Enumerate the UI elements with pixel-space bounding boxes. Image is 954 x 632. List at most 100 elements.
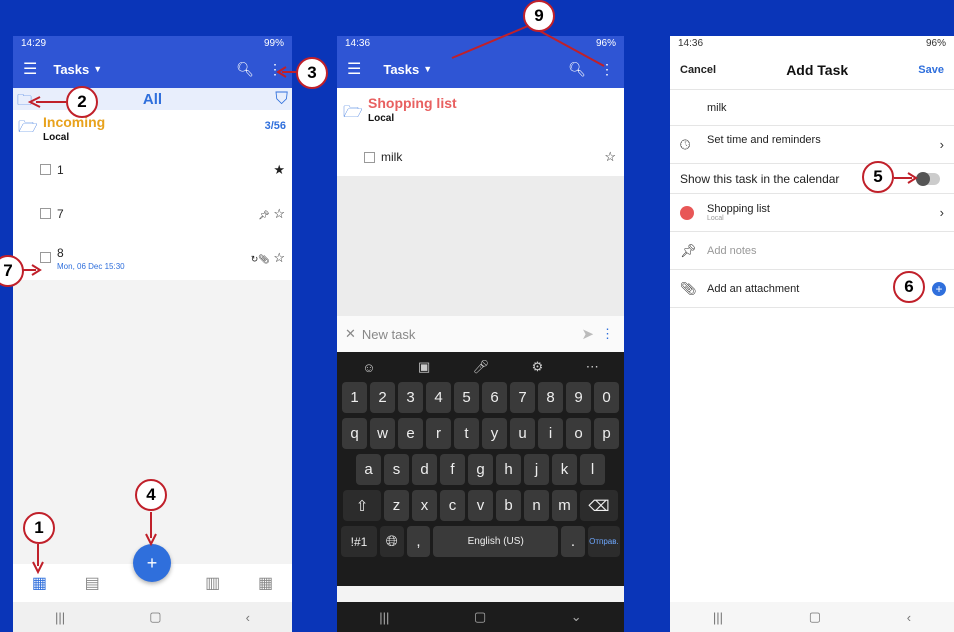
settings-icon[interactable]: ⚙ [532, 359, 544, 375]
app-title[interactable]: Tasks [383, 62, 419, 77]
more-horiz-icon[interactable]: ⋯ [586, 359, 599, 375]
key[interactable]: t [454, 418, 479, 449]
key[interactable]: z [384, 490, 409, 521]
key[interactable]: r [426, 418, 451, 449]
key[interactable]: m [552, 490, 577, 521]
task-checkbox[interactable] [40, 164, 51, 175]
key[interactable]: 2 [370, 382, 395, 413]
star-outline-icon[interactable]: ☆ [273, 250, 285, 265]
key[interactable]: j [524, 454, 549, 485]
hide-keyboard-icon[interactable]: ⌄ [571, 609, 582, 625]
search-icon[interactable]: 🔍︎ [568, 61, 586, 78]
star-outline-icon[interactable]: ☆ [273, 206, 285, 221]
key[interactable]: 6 [482, 382, 507, 413]
task-checkbox[interactable] [364, 152, 375, 163]
more-vert-icon[interactable]: ⋮ [600, 61, 614, 78]
shift-key[interactable]: ⇧ [343, 490, 381, 521]
notes-row[interactable]: 📌︎ Add notes [670, 232, 954, 270]
task-checkbox[interactable] [40, 208, 51, 219]
calendar-toggle-switch[interactable] [916, 171, 940, 186]
symbols-key[interactable]: !#1 [341, 526, 377, 557]
calendar-month-icon[interactable]: ▦ [258, 573, 273, 593]
set-time-row[interactable]: 🕓︎ Set time and reminders › [670, 126, 954, 164]
key[interactable]: 7 [510, 382, 535, 413]
key[interactable]: l [580, 454, 605, 485]
key[interactable]: 5 [454, 382, 479, 413]
calendar-week-icon[interactable]: ▥ [205, 573, 220, 593]
home-icon[interactable]: ▢ [474, 609, 486, 625]
task-row[interactable]: 1 ★ [13, 148, 292, 192]
calendar-list-icon[interactable]: ▦ [32, 573, 47, 593]
task-row[interactable]: 7 📌︎ ☆ [13, 192, 292, 236]
calendar-day-icon[interactable]: ▤ [85, 573, 100, 593]
key[interactable]: b [496, 490, 521, 521]
key[interactable]: s [384, 454, 409, 485]
key[interactable]: 9 [566, 382, 591, 413]
add-attachment-icon[interactable]: + [932, 281, 946, 296]
period-key[interactable]: . [561, 526, 585, 557]
key[interactable]: g [468, 454, 493, 485]
filter-icon[interactable]: ⛉ [275, 89, 288, 109]
menu-icon[interactable]: ☰ [347, 59, 361, 79]
search-icon[interactable]: 🔍︎ [236, 61, 254, 78]
mic-icon[interactable]: 🎤︎ [473, 359, 490, 375]
more-vert-icon[interactable]: ⋮ [268, 61, 282, 78]
key[interactable]: n [524, 490, 549, 521]
key[interactable]: w [370, 418, 395, 449]
enter-key[interactable]: Отправ. [587, 526, 620, 557]
key[interactable]: k [552, 454, 577, 485]
language-key[interactable]: 🌐︎ [379, 526, 404, 557]
back-icon[interactable]: ‹ [246, 610, 250, 625]
more-vert-icon[interactable]: ⋮ [601, 326, 614, 342]
task-title-field[interactable]: milk [670, 90, 954, 126]
send-icon[interactable]: ➤ [581, 325, 594, 343]
key[interactable]: a [356, 454, 381, 485]
task-row[interactable]: 8 Mon, 06 Dec 15:30 ↻📎︎ ☆ [13, 236, 292, 280]
menu-icon[interactable]: ☰ [23, 59, 37, 79]
task-row[interactable]: milk ☆ [337, 138, 624, 176]
new-task-input[interactable]: New task [362, 327, 415, 342]
key[interactable]: o [566, 418, 591, 449]
recent-apps-icon[interactable]: ||| [713, 610, 723, 625]
list-header-shopping[interactable]: 🗁 Shopping list Local [337, 88, 624, 138]
key[interactable]: 4 [426, 382, 451, 413]
key[interactable]: i [538, 418, 563, 449]
close-icon[interactable]: ✕ [345, 326, 356, 342]
key[interactable]: v [468, 490, 493, 521]
key[interactable]: d [412, 454, 437, 485]
pin-and-star-icons[interactable]: 📌︎ ☆ [258, 206, 285, 222]
key[interactable]: y [482, 418, 507, 449]
filter-all-label[interactable]: All [143, 91, 162, 108]
task-checkbox[interactable] [40, 252, 51, 263]
backspace-key[interactable]: ⌫ [580, 490, 618, 521]
comma-key[interactable]: , [406, 526, 431, 557]
key[interactable]: f [440, 454, 465, 485]
sticker-icon[interactable]: ▣ [418, 359, 430, 375]
list-header-incoming[interactable]: 🗁 Incoming Local 3/56 [13, 110, 292, 148]
key[interactable]: h [496, 454, 521, 485]
home-icon[interactable]: ▢ [809, 609, 821, 625]
add-task-fab[interactable]: + [133, 544, 171, 582]
chevron-down-icon[interactable]: ▼ [93, 64, 102, 74]
space-key[interactable]: English (US) [433, 526, 559, 557]
list-select-row[interactable]: Shopping list Local › [670, 194, 954, 232]
recent-apps-icon[interactable]: ||| [379, 610, 389, 625]
key[interactable]: e [398, 418, 423, 449]
key[interactable]: 1 [342, 382, 367, 413]
emoji-icon[interactable]: ☺ [362, 360, 375, 375]
back-icon[interactable]: ‹ [907, 610, 911, 625]
save-button[interactable]: Save [918, 64, 944, 76]
recent-apps-icon[interactable]: ||| [55, 610, 65, 625]
star-filled-icon[interactable]: ★ [273, 162, 285, 178]
key[interactable]: q [342, 418, 367, 449]
key[interactable]: p [594, 418, 619, 449]
cancel-button[interactable]: Cancel [680, 64, 716, 76]
star-outline-icon[interactable]: ☆ [604, 149, 616, 165]
key[interactable]: 0 [594, 382, 619, 413]
new-task-bar[interactable]: ✕ New task ➤ ⋮ [337, 316, 624, 352]
calendar-toggle-row[interactable]: Show this task in the calendar [670, 164, 954, 194]
key[interactable]: c [440, 490, 465, 521]
home-icon[interactable]: ▢ [149, 609, 161, 625]
task-icons[interactable]: ↻📎︎ ☆ [251, 250, 285, 266]
app-title[interactable]: Tasks [53, 62, 89, 77]
